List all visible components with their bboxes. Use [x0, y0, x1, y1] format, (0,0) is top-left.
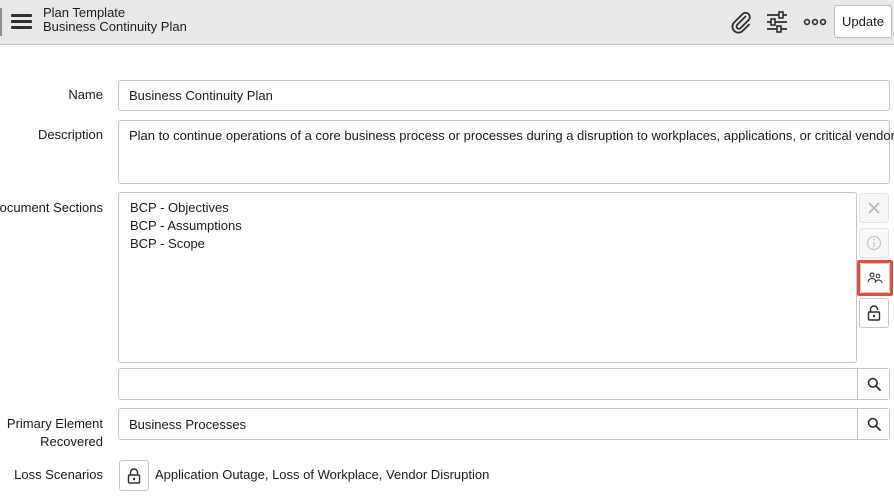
sliders-icon[interactable] — [765, 10, 789, 34]
primary-element-label-line2: Recovered — [40, 434, 103, 449]
name-field[interactable]: Business Continuity Plan — [118, 80, 890, 111]
document-sections-label: Document Sections — [0, 200, 103, 215]
more-icon[interactable] — [803, 10, 827, 34]
name-value: Business Continuity Plan — [129, 88, 273, 103]
primary-element-field[interactable]: Business Processes — [118, 408, 890, 440]
description-label: Description — [37, 127, 103, 142]
header-title-record: Business Continuity Plan — [43, 19, 187, 34]
description-field[interactable]: Plan to continue operations of a core bu… — [118, 120, 894, 184]
description-value: Plan to continue operations of a core bu… — [129, 128, 894, 143]
unlock-icon — [867, 305, 881, 321]
menu-icon[interactable] — [11, 13, 32, 31]
paperclip-icon[interactable] — [729, 10, 753, 34]
lock-button[interactable] — [859, 298, 889, 328]
header-title-type: Plan Template — [43, 5, 126, 20]
document-sections-search-field[interactable] — [118, 368, 890, 400]
list-item[interactable]: BCP - Assumptions — [130, 217, 242, 235]
list-item[interactable]: BCP - Scope — [130, 235, 242, 253]
loss-scenarios-value: Application Outage, Loss of Workplace, V… — [155, 467, 490, 482]
document-sections-list[interactable]: BCP - Objectives BCP - Assumptions BCP -… — [118, 192, 857, 363]
remove-button[interactable] — [859, 193, 889, 223]
info-button[interactable] — [859, 228, 889, 258]
header-edge — [0, 8, 2, 36]
document-sections-search-button[interactable] — [857, 369, 889, 399]
primary-element-label-line1: Primary Element — [6, 416, 103, 431]
lock-icon — [127, 467, 141, 484]
update-button[interactable]: Update — [834, 5, 892, 38]
primary-element-value: Business Processes — [129, 417, 247, 432]
search-icon — [867, 417, 881, 431]
list-item[interactable]: BCP - Objectives — [130, 199, 242, 217]
loss-scenarios-label: Loss Scenarios — [14, 467, 103, 482]
close-icon — [868, 202, 880, 214]
name-label: Name — [68, 87, 103, 102]
search-icon — [867, 377, 881, 391]
primary-element-search-button[interactable] — [857, 409, 889, 439]
form-header: Plan Template Business Continuity Plan U… — [0, 0, 894, 45]
info-icon — [866, 235, 882, 251]
loss-scenarios-lock-button[interactable] — [119, 460, 149, 491]
header-title: Plan Template Business Continuity Plan — [43, 6, 187, 34]
highlight-annotation — [857, 260, 893, 296]
primary-element-label: Primary Element Recovered — [7, 415, 103, 451]
